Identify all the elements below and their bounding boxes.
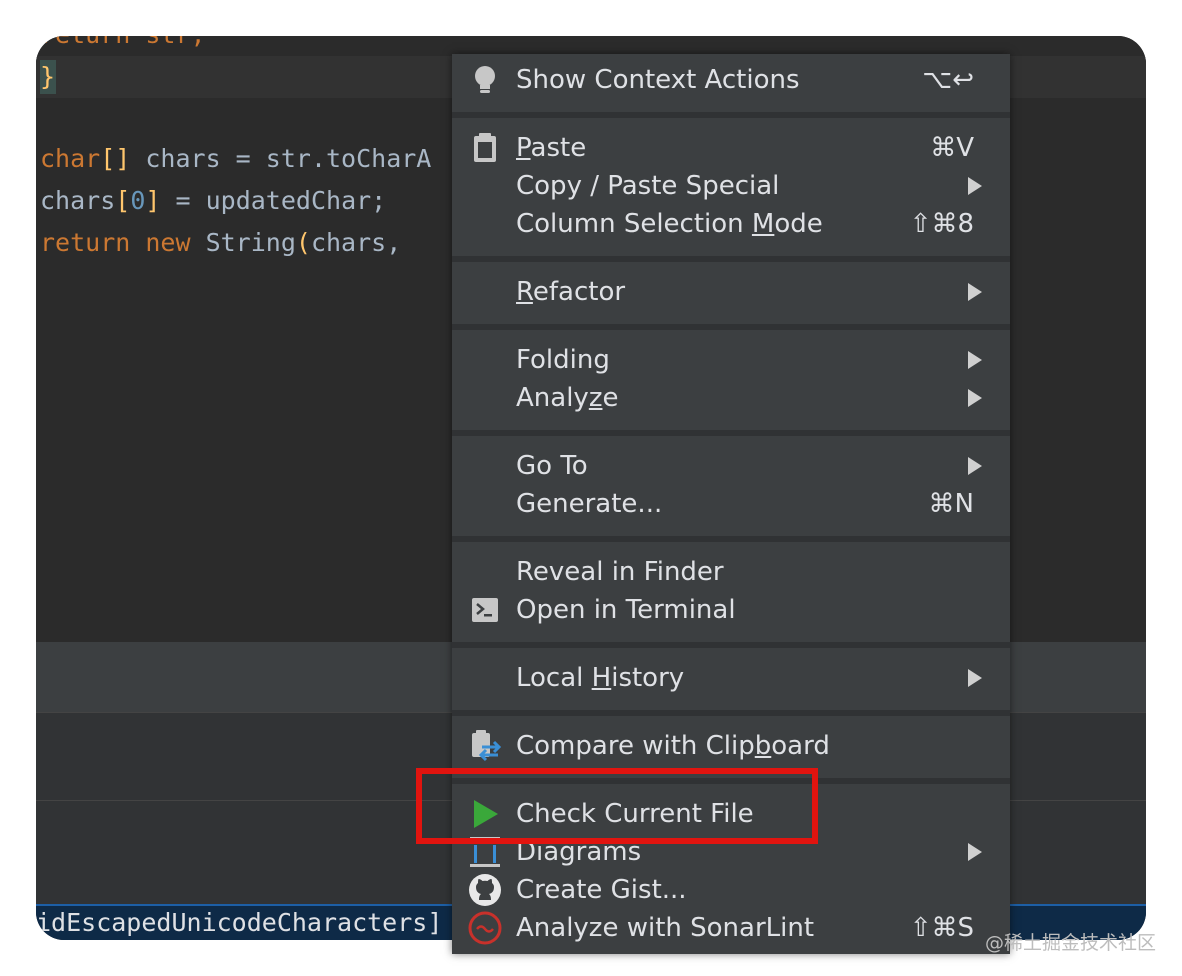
label-rest: aste <box>530 133 587 163</box>
label-post: e <box>602 383 619 413</box>
mnemonic: H <box>591 663 612 693</box>
menu-separator <box>452 256 1010 262</box>
menu-item-label: Go To <box>516 451 588 481</box>
menu-item-reveal-in-finder[interactable]: Reveal in Finder <box>452 553 1010 591</box>
submenu-arrow-icon <box>968 389 982 407</box>
code-text: String <box>190 228 296 257</box>
menu-separator <box>452 710 1010 716</box>
menu-item-shortcut: ⌘N <box>928 489 974 519</box>
menu-separator <box>452 324 1010 330</box>
code-text: chars = str.toCharA <box>130 144 432 173</box>
menu-item-go-to[interactable]: Go To <box>452 447 1010 485</box>
menu-separator <box>452 112 1010 118</box>
menu-item-compare-with-clipboard[interactable]: Compare with Clipboard <box>452 727 1010 765</box>
menu-item-open-in-terminal[interactable]: Open in Terminal <box>452 591 1010 629</box>
menu-item-label: Analyze with SonarLint <box>516 913 815 943</box>
submenu-arrow-icon <box>968 177 982 195</box>
submenu-arrow-icon <box>968 669 982 687</box>
menu-item-label: Compare with Clipboard <box>516 727 830 765</box>
menu-separator <box>452 536 1010 542</box>
bracket-close: ] <box>145 186 161 215</box>
lightbulb-icon <box>475 66 495 93</box>
brackets: [] <box>100 144 131 173</box>
menu-separator <box>452 430 1010 436</box>
code-text: chars <box>40 186 116 215</box>
mnemonic: M <box>751 209 775 239</box>
menu-item-label: Reveal in Finder <box>516 557 724 587</box>
watermark: @稀土掘金技术社区 <box>984 932 1156 954</box>
compare-clipboard-icon <box>472 730 502 762</box>
clipboard-icon <box>474 133 496 162</box>
label-post: oard <box>771 731 830 761</box>
number-literal: 0 <box>130 186 146 215</box>
label-pre: Compare with Clip <box>516 731 755 761</box>
code-line-3: return new String(chars, <box>40 222 416 264</box>
paren: ( <box>295 228 311 257</box>
menu-item-folding[interactable]: Folding <box>452 341 1010 379</box>
github-icon <box>469 874 501 906</box>
label-post: ode <box>774 209 823 239</box>
code-line-1: char[] chars = str.toCharA <box>40 138 431 180</box>
status-text: idEscapedUnicodeCharacters] <box>36 908 443 937</box>
menu-item-label: Generate... <box>516 489 663 519</box>
bracket-open: [ <box>115 186 131 215</box>
menu-item-shortcut: ⇧⌘8 <box>909 209 974 239</box>
menu-item-shortcut: ⌘V <box>930 133 974 163</box>
menu-item-label: Refactor <box>516 273 625 311</box>
submenu-arrow-icon <box>968 843 982 861</box>
menu-item-analyze[interactable]: Analyze <box>452 379 1010 417</box>
highlight-box <box>416 768 818 844</box>
code-line-return: return str; <box>40 36 206 56</box>
menu-item-generate[interactable]: Generate... ⌘N <box>452 485 1010 523</box>
menu-item-label: Paste <box>516 129 586 167</box>
menu-item-create-gist[interactable]: Create Gist... <box>452 871 1010 909</box>
menu-item-label: Open in Terminal <box>516 595 736 625</box>
menu-item-local-history[interactable]: Local History <box>452 659 1010 697</box>
label-pre: Column Selection <box>516 209 752 239</box>
label-post: istory <box>611 663 685 693</box>
menu-item-column-selection-mode[interactable]: Column Selection Mode ⇧⌘8 <box>452 205 1010 243</box>
menu-item-label: Analyze <box>516 379 618 417</box>
label-pre: Local <box>516 663 592 693</box>
mnemonic: b <box>754 731 772 761</box>
keyword-return: return <box>40 228 131 257</box>
menu-item-paste[interactable]: Paste ⌘V <box>452 129 1010 167</box>
menu-item-shortcut: ⇧⌘S <box>909 913 974 943</box>
menu-item-refactor[interactable]: Refactor <box>452 273 1010 311</box>
submenu-arrow-icon <box>968 351 982 369</box>
menu-item-label: Create Gist... <box>516 875 687 905</box>
menu-separator <box>452 642 1010 648</box>
mnemonic: z <box>588 383 603 413</box>
menu-item-copy-paste-special[interactable]: Copy / Paste Special <box>452 167 1010 205</box>
menu-item-analyze-with-sonarlint[interactable]: Analyze with SonarLint ⇧⌘S <box>452 909 1010 947</box>
terminal-icon <box>472 598 498 622</box>
label-rest: efactor <box>532 277 626 307</box>
submenu-arrow-icon <box>968 457 982 475</box>
menu-item-label: Copy / Paste Special <box>516 171 780 201</box>
menu-item-label: Local History <box>516 659 684 697</box>
menu-item-label: Folding <box>516 345 610 375</box>
keyword-char: char <box>40 144 101 173</box>
code-text: = updatedChar; <box>160 186 387 215</box>
code-line-2: chars[0] = updatedChar; <box>40 180 386 222</box>
label-pre: Analy <box>516 383 589 413</box>
code-text: chars, <box>310 228 417 257</box>
menu-item-label: Show Context Actions <box>516 65 800 95</box>
sonarlint-icon <box>468 911 502 945</box>
menu-item-label: Column Selection Mode <box>516 205 823 243</box>
code-line-brace: } <box>40 62 56 91</box>
submenu-arrow-icon <box>968 283 982 301</box>
mnemonic: R <box>516 277 533 307</box>
keyword-new: new <box>145 228 191 257</box>
menu-item-show-context-actions[interactable]: Show Context Actions ⌥↩ <box>452 61 1010 99</box>
mnemonic: P <box>516 133 531 163</box>
menu-item-shortcut: ⌥↩ <box>922 65 974 95</box>
